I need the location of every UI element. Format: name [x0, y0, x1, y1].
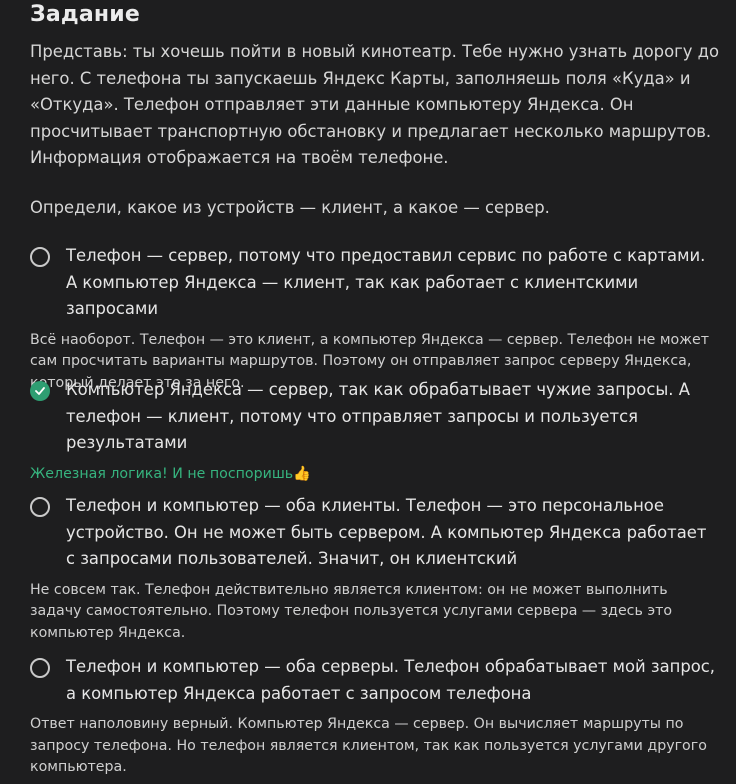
checkmark-icon — [35, 387, 45, 395]
task-question: Определи, какое из устройств — клиент, а… — [30, 198, 550, 217]
answer-option-text[interactable]: Телефон — сервер, потому что предоставил… — [66, 243, 720, 323]
answer-option-1[interactable]: Телефон — сервер, потому что предоставил… — [30, 243, 720, 394]
answer-option-text[interactable]: Компьютер Яндекса — сервер, так как обра… — [66, 377, 720, 457]
answer-feedback: Не совсем так. Телефон действительно явл… — [30, 581, 673, 641]
task-title: Задание — [30, 2, 141, 27]
answer-feedback-correct: Железная логика! И не поспоришь👍 — [30, 465, 311, 482]
task-description: Представь: ты хочешь пойти в новый кинот… — [30, 42, 719, 167]
answer-option-2[interactable]: Компьютер Яндекса — сервер, так как обра… — [30, 377, 720, 485]
radio-unchecked-icon[interactable] — [30, 497, 50, 517]
answer-option-text[interactable]: Телефон и компьютер — оба серверы. Телеф… — [66, 654, 720, 707]
answer-feedback: Ответ наполовину верный. Компьютер Яндек… — [30, 716, 707, 775]
radio-unchecked-icon[interactable] — [30, 247, 50, 267]
radio-unchecked-icon[interactable] — [30, 658, 50, 678]
answer-option-4[interactable]: Телефон и компьютер — оба серверы. Телеф… — [30, 654, 720, 779]
answer-option-text[interactable]: Телефон и компьютер — оба клиенты. Телеф… — [66, 493, 720, 573]
answer-option-3[interactable]: Телефон и компьютер — оба клиенты. Телеф… — [30, 493, 720, 644]
radio-checked-icon[interactable] — [30, 381, 50, 401]
